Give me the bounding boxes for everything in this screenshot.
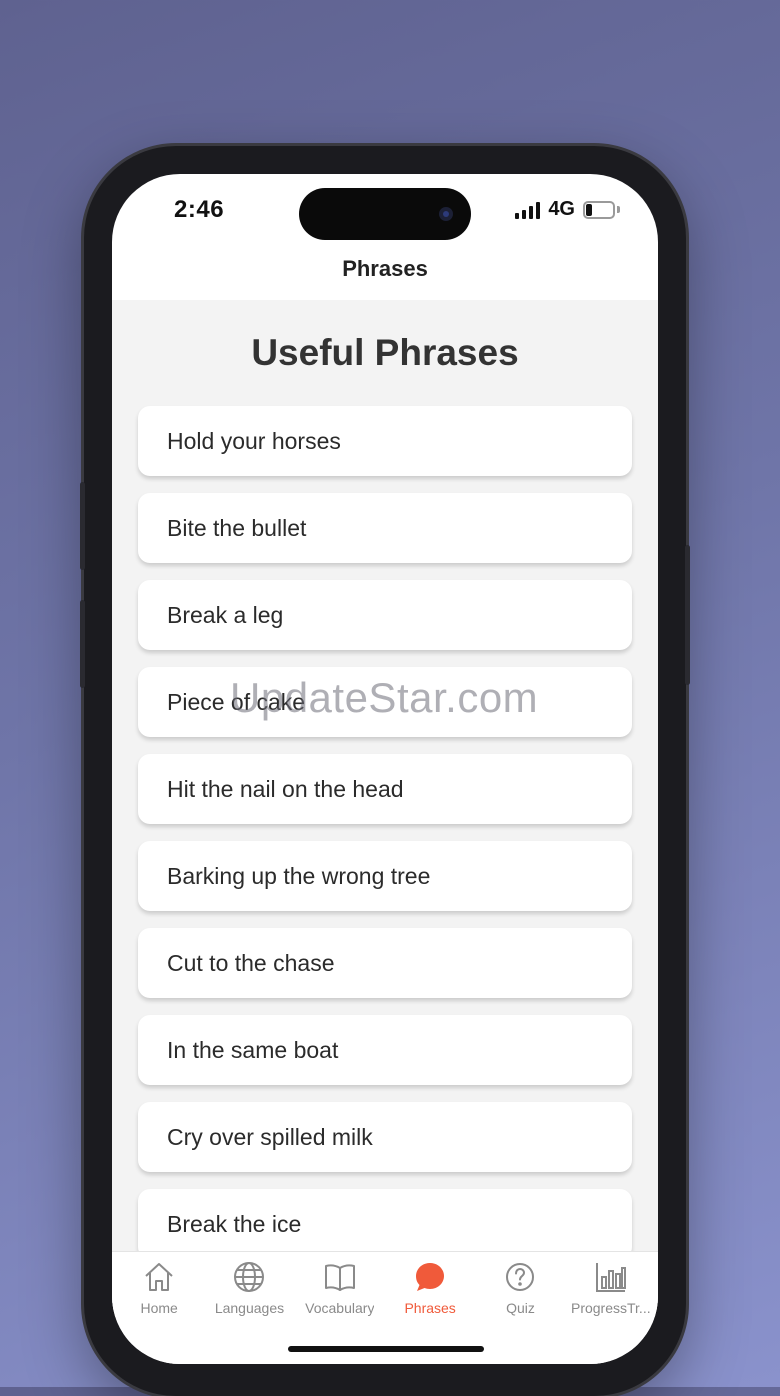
battery-nub [617, 206, 620, 213]
chat-bubble-icon [416, 1263, 445, 1291]
tab-label: Home [140, 1300, 178, 1316]
volume-button [80, 600, 85, 688]
tab-progress[interactable]: ProgressTr... [566, 1260, 656, 1316]
phrase-item[interactable]: Cut to the chase [138, 928, 632, 998]
tab-languages[interactable]: Languages [204, 1260, 294, 1316]
phrase-item[interactable]: Cry over spilled milk [138, 1102, 632, 1172]
globe-icon [234, 1262, 265, 1292]
tab-label: Quiz [506, 1300, 535, 1316]
tab-vocabulary[interactable]: Vocabulary [295, 1260, 385, 1316]
phrase-item[interactable]: Barking up the wrong tree [138, 841, 632, 911]
home-indicator[interactable] [288, 1346, 484, 1352]
phrase-item[interactable]: Piece of cake [138, 667, 632, 737]
nav-title: Phrases [342, 256, 428, 281]
dynamic-island [299, 188, 471, 240]
book-icon [324, 1264, 355, 1291]
tab-phrases[interactable]: Phrases [385, 1260, 475, 1316]
phrase-item[interactable]: Break a leg [138, 580, 632, 650]
screen: 2:46 4G 21 Phrases Useful Phrases Hold y… [112, 174, 658, 1364]
battery-level: 21 [591, 201, 607, 217]
status-indicators: 4G 21 [515, 198, 620, 221]
phrase-item[interactable]: Hit the nail on the head [138, 754, 632, 824]
tab-label: Languages [214, 1300, 285, 1316]
network-type: 4G [548, 198, 575, 220]
tab-label: Vocabulary [305, 1300, 375, 1316]
tab-label: ProgressTr... [570, 1300, 651, 1316]
phrase-item[interactable]: Bite the bullet [138, 493, 632, 563]
home-icon [145, 1263, 173, 1291]
help-circle-icon [506, 1263, 535, 1291]
content-area[interactable]: Useful Phrases Hold your horses Bite the… [112, 300, 658, 1352]
tab-bar: Home Languages Vocabulary Phrases Quiz P… [112, 1251, 658, 1364]
bar-chart-icon [595, 1263, 626, 1292]
power-button [685, 545, 690, 685]
battery-icon: 21 [583, 200, 615, 219]
phrase-item[interactable]: In the same boat [138, 1015, 632, 1085]
phrase-item[interactable]: Hold your horses [138, 406, 632, 476]
camera-icon [439, 207, 453, 221]
tab-label: Phrases [404, 1300, 456, 1316]
phrase-item[interactable]: Break the ice [138, 1189, 632, 1259]
page-title: Useful Phrases [251, 332, 519, 373]
phrase-list: Hold your horses Bite the bullet Break a… [138, 406, 632, 1276]
silent-switch [80, 482, 85, 570]
status-time: 2:46 [174, 196, 225, 223]
signal-icon [515, 201, 541, 219]
tab-quiz[interactable]: Quiz [475, 1260, 565, 1316]
tab-home[interactable]: Home [114, 1260, 204, 1316]
